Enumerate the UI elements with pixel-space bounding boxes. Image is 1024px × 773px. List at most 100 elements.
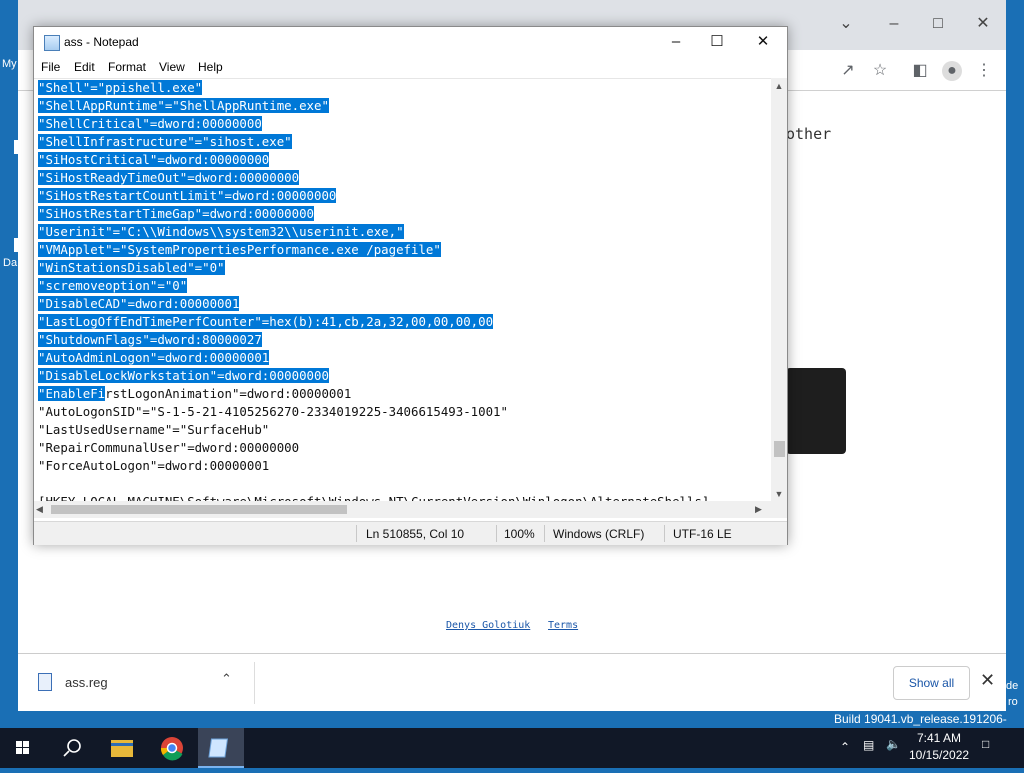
unselected-text: "RepairCommunalUser"=dword:00000000 [38,440,300,455]
vertical-scrollbar[interactable]: ▲ ▼ [771,78,787,518]
desktop-icon-label[interactable]: Da [3,257,17,269]
selected-text: "Userinit"="C:\\Windows\\system32\\useri… [38,224,404,239]
chrome-icon [160,737,183,761]
selected-text: "DisableLockWorkstation"=dword:00000000 [38,368,329,383]
divider [544,525,545,542]
start-button[interactable] [0,728,46,768]
selected-text: "ShellInfrastructure"="sihost.exe" [38,134,292,149]
scroll-down-icon[interactable]: ▼ [771,486,787,502]
minimize-icon[interactable]: – [884,12,904,36]
text-line[interactable]: "ForceAutoLogon"=dword:00000001 [38,457,269,475]
close-icon[interactable]: ✕ [748,31,778,53]
unselected-text: rstLogonAnimation"=dword:00000001 [105,386,352,401]
selected-text: "SiHostRestartTimeGap"=dword:00000000 [38,206,315,221]
encoding: UTF-16 LE [673,527,732,541]
scroll-up-icon[interactable]: ▲ [771,78,787,94]
profile-avatar-icon[interactable]: ● [942,61,962,81]
text-line[interactable]: "LastLogOffEndTimePerfCounter"=hex(b):41… [38,313,494,331]
close-downloads-icon[interactable]: ✕ [980,670,995,691]
scroll-thumb[interactable] [51,505,347,514]
divider [664,525,665,542]
selected-text: "DisableCAD"=dword:00000001 [38,296,240,311]
scroll-thumb[interactable] [774,441,785,457]
selected-text: "LastLogOffEndTimePerfCounter"=hex(b):41… [38,314,494,329]
chevron-up-icon[interactable]: ⌃ [840,740,850,754]
selected-text: "ShellCritical"=dword:00000000 [38,116,262,131]
scroll-left-icon[interactable]: ◀ [36,501,43,518]
text-line[interactable]: "EnableFirstLogonAnimation"=dword:000000… [38,385,351,403]
selected-text: "WinStationsDisabled"="0" [38,260,225,275]
selected-text: "AutoAdminLogon"=dword:00000001 [38,350,270,365]
zoom-level: 100% [504,527,535,541]
line-ending: Windows (CRLF) [553,527,645,541]
notepad-icon [208,738,229,758]
text-line[interactable]: "scremoveoption"="0" [38,277,188,295]
text-line[interactable]: "ShellInfrastructure"="sihost.exe" [38,133,292,151]
footer-link-terms[interactable]: Terms [548,620,578,631]
share-icon[interactable]: ↗ [838,61,858,81]
menu-file[interactable]: File [41,60,60,74]
page-text-fragment: other [786,125,832,143]
scroll-right-icon[interactable]: ▶ [755,501,762,518]
network-icon[interactable]: ▤ [863,738,874,752]
status-bar: Ln 510855, Col 10 100% Windows (CRLF) UT… [34,521,787,545]
download-file-name[interactable]: ass.reg [65,675,108,690]
text-line[interactable]: "WinStationsDisabled"="0" [38,259,225,277]
text-line[interactable]: "AutoAdminLogon"=dword:00000001 [38,349,270,367]
text-line[interactable]: "ShutdownFlags"=dword:80000027 [38,331,262,349]
text-line[interactable]: "SiHostReadyTimeOut"=dword:00000000 [38,169,300,187]
side-panel-icon[interactable]: ◧ [910,61,930,81]
footer-link-author[interactable]: Denys Golotiuk [446,620,530,631]
search-button[interactable] [49,728,95,768]
text-line[interactable]: "Userinit"="C:\\Windows\\system32\\useri… [38,223,404,241]
divider [254,662,255,704]
minimize-icon[interactable]: – [661,31,691,53]
selected-text: "ShutdownFlags"=dword:80000027 [38,332,262,347]
text-line[interactable]: "ShellAppRuntime"="ShellAppRuntime.exe" [38,97,329,115]
text-line[interactable]: "VMApplet"="SystemPropertiesPerformance.… [38,241,441,259]
horizontal-scrollbar[interactable]: ◀ ▶ [34,501,771,518]
selected-text: "ShellAppRuntime"="ShellAppRuntime.exe" [38,98,329,113]
menu-help[interactable]: Help [198,60,223,74]
text-line[interactable]: "SiHostRestartCountLimit"=dword:00000000 [38,187,337,205]
text-editor[interactable]: "Shell"="ppishell.exe" "ShellAppRuntime"=… [34,78,771,502]
bookmark-star-icon[interactable]: ☆ [870,61,890,81]
chevron-up-icon[interactable]: ⌃ [221,671,232,687]
notepad-app-icon [44,35,60,51]
clock-date[interactable]: 10/15/2022 [909,748,969,762]
desktop-icon-label[interactable]: My [2,58,17,70]
selected-text: "SiHostReadyTimeOut"=dword:00000000 [38,170,300,185]
show-all-button[interactable]: Show all [893,666,970,700]
text-line[interactable]: "SiHostRestartTimeGap"=dword:00000000 [38,205,315,223]
selected-text: "EnableFi [38,386,106,401]
selected-text: "SiHostRestartCountLimit"=dword:00000000 [38,188,337,203]
chrome-button[interactable] [149,728,195,768]
divider [496,525,497,542]
window-title: ass - Notepad [64,35,139,49]
notepad-titlebar[interactable]: ass - Notepad – ☐ ✕ [34,27,787,57]
tab-search-icon[interactable]: ⌄ [836,12,856,36]
menu-format[interactable]: Format [108,60,146,74]
divider [356,525,357,542]
notifications-icon[interactable]: □ [982,737,989,751]
selected-text: "VMApplet"="SystemPropertiesPerformance.… [38,242,441,257]
text-line[interactable]: "LastUsedUsername"="SurfaceHub" [38,421,269,439]
text-line[interactable]: "ShellCritical"=dword:00000000 [38,115,262,133]
text-line[interactable]: "DisableLockWorkstation"=dword:00000000 [38,367,329,385]
text-line[interactable]: "AutoLogonSID"="S-1-5-21-4105256270-2334… [38,403,508,421]
text-line[interactable]: "Shell"="ppishell.exe" [38,79,203,97]
close-icon[interactable]: ✕ [973,12,993,36]
text-line[interactable]: "RepairCommunalUser"=dword:00000000 [38,439,299,457]
text-line[interactable]: "DisableCAD"=dword:00000001 [38,295,240,313]
clock-time[interactable]: 7:41 AM [917,731,961,745]
notepad-taskbar-button[interactable] [198,728,244,768]
maximize-icon[interactable]: ☐ [702,31,732,53]
more-menu-icon[interactable]: ⋮ [974,61,994,81]
menu-view[interactable]: View [159,60,185,74]
menu-edit[interactable]: Edit [74,60,95,74]
speaker-icon[interactable]: 🔈 [886,737,901,751]
file-explorer-button[interactable] [99,728,145,768]
text-line[interactable]: "SiHostCritical"=dword:00000000 [38,151,270,169]
maximize-icon[interactable]: □ [928,12,948,36]
cursor-position: Ln 510855, Col 10 [366,527,465,541]
